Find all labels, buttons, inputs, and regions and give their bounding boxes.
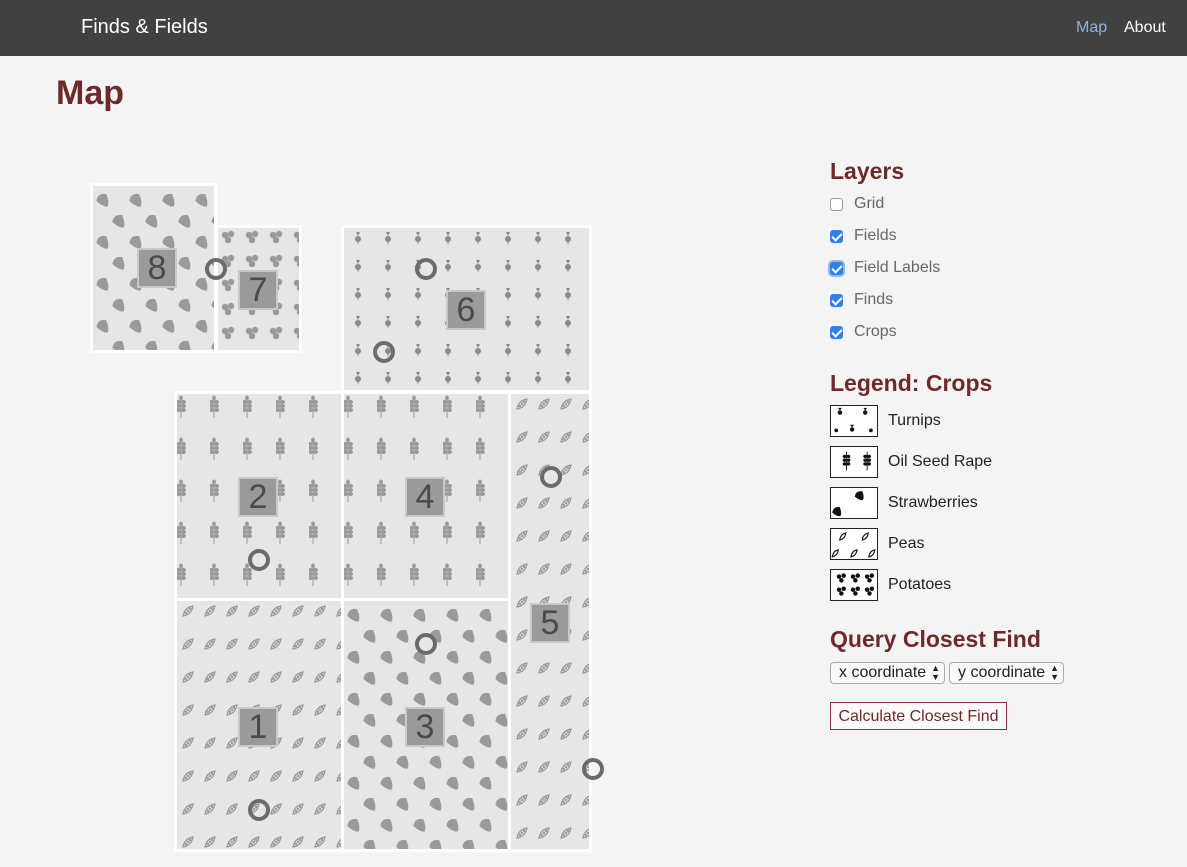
field-label: 7 [238,270,278,310]
field-label: 1 [238,707,278,747]
layer-label: Crops [854,323,897,340]
potato-icon [830,569,878,601]
field-labels-checkbox[interactable] [830,261,843,275]
legend-label: Turnips [888,412,941,429]
wheat-icon [830,446,878,478]
legend-label: Strawberries [888,494,978,511]
layer-toggle-finds[interactable]: Finds [830,290,893,310]
field-4[interactable]: 4 [341,391,511,601]
fields-checkbox[interactable] [830,229,843,243]
field-5[interactable]: 5 [508,391,592,852]
field-label: 6 [446,290,486,330]
page-title: Map [56,74,124,112]
find-marker[interactable] [582,758,604,780]
legend-item-peas: Peas [830,527,924,561]
field-map[interactable]: 8 7 6 2 4 5 1 3 [85,180,605,860]
field-8[interactable]: 8 [90,183,217,353]
legend-item-potatoes: Potatoes [830,568,951,602]
select-arrows-icon: ▲ ▼ [931,663,940,682]
field-label: 3 [405,707,445,747]
legend-item-turnips: Turnips [830,404,941,438]
field-label: 2 [238,477,278,517]
layer-label: Finds [854,291,894,308]
x-select-value: x coordinate [839,664,927,681]
find-marker[interactable] [415,633,437,655]
find-marker[interactable] [248,549,270,571]
y-select-value: y coordinate [958,664,1046,681]
navbar: Finds & Fields Map About [0,0,1187,56]
legend-label: Potatoes [888,576,952,593]
strawberry-icon [830,487,878,519]
find-marker[interactable] [540,466,562,488]
brand-logo[interactable]: Finds & Fields [81,16,208,39]
find-marker[interactable] [373,341,395,363]
field-label: 5 [530,603,570,643]
nav-link-map[interactable]: Map [1076,19,1107,37]
legend-item-strawberries: Strawberries [830,486,978,520]
x-coordinate-select[interactable]: x coordinate ▲ ▼ [830,662,945,684]
field-7[interactable]: 7 [215,225,302,353]
legend-label: Oil Seed Rape [888,453,993,470]
nav-link-about[interactable]: About [1124,19,1166,37]
find-marker[interactable] [415,258,437,280]
calculate-closest-find-button[interactable]: Calculate Closest Find [830,702,1007,730]
layer-toggle-field-labels[interactable]: Field Labels [830,258,940,278]
field-label: 4 [405,477,445,517]
legend-label: Peas [888,535,925,552]
crops-checkbox[interactable] [830,325,843,339]
grid-checkbox[interactable] [830,197,843,211]
layer-toggle-crops[interactable]: Crops [830,322,897,342]
y-coordinate-select[interactable]: y coordinate ▲ ▼ [949,662,1064,684]
layer-label: Fields [854,227,897,244]
find-marker[interactable] [248,799,270,821]
layer-toggle-fields[interactable]: Fields [830,226,897,246]
layer-label: Grid [854,195,885,212]
turnip-icon [830,405,878,437]
layer-label: Field Labels [854,259,941,276]
finds-checkbox[interactable] [830,293,843,307]
legend-title: Legend: Crops [830,370,993,396]
legend-item-oil-seed-rape: Oil Seed Rape [830,445,992,479]
layers-title: Layers [830,158,905,184]
field-label: 8 [137,248,177,288]
field-6[interactable]: 6 [341,225,592,393]
pea-pod-icon [830,528,878,560]
query-title: Query Closest Find [830,626,1041,652]
layer-toggle-grid[interactable]: Grid [830,194,884,214]
select-arrows-icon: ▲ ▼ [1050,663,1059,682]
find-marker[interactable] [205,258,227,280]
